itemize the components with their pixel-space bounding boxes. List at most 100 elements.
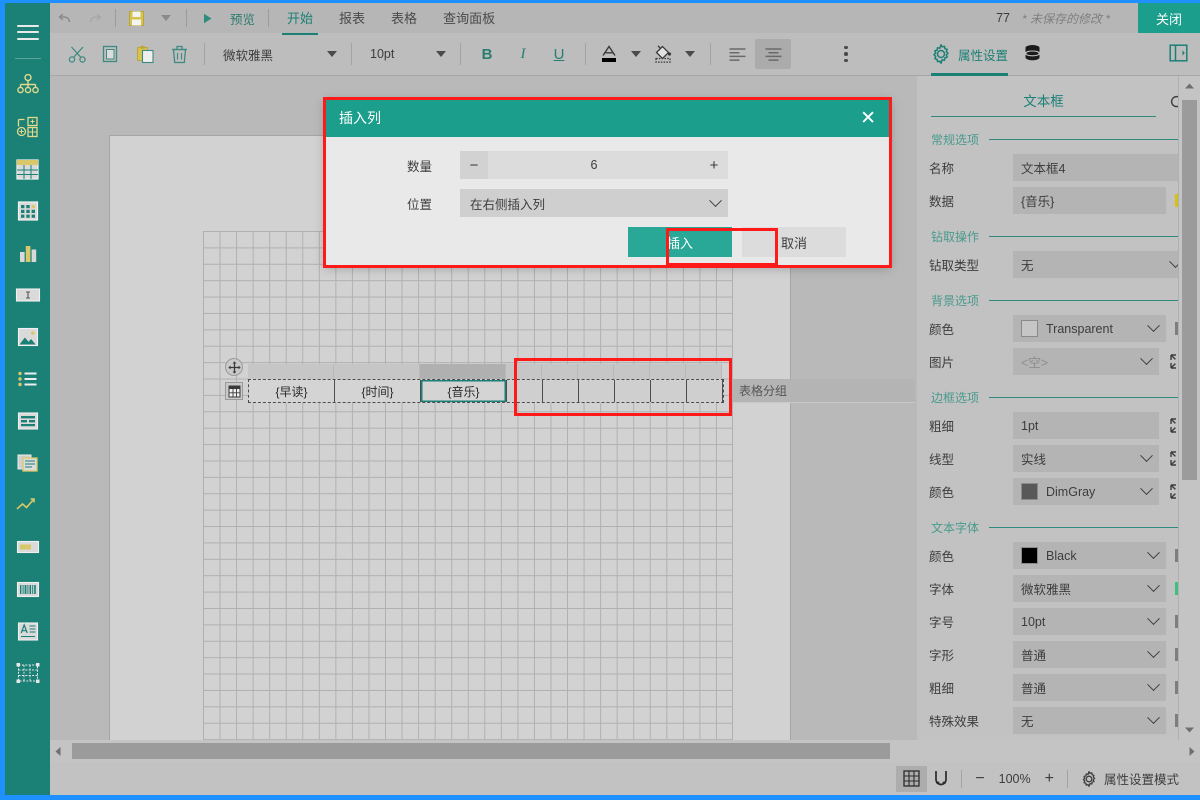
column-header-bar[interactable] xyxy=(248,364,722,379)
panel-expand-button[interactable] xyxy=(1169,44,1188,65)
close-button[interactable]: 关闭 xyxy=(1138,3,1200,33)
column-header-cell[interactable] xyxy=(542,364,578,379)
grid-toggle-button[interactable] xyxy=(896,766,927,792)
scroll-left-button[interactable] xyxy=(50,741,66,761)
column-header-cell[interactable] xyxy=(334,364,420,379)
horizontal-scrollbar-track[interactable] xyxy=(66,743,1184,759)
sidebar-item-list[interactable] xyxy=(9,360,47,398)
quantity-increment-button[interactable]: + xyxy=(700,151,728,179)
table-group-label[interactable]: 表格分组 xyxy=(733,379,915,403)
property-value-field[interactable]: 10pt xyxy=(1013,608,1166,635)
zoom-in-button[interactable]: + xyxy=(1038,766,1061,792)
table-cell[interactable] xyxy=(651,380,687,402)
property-value-field[interactable]: 文本框4 xyxy=(1013,154,1188,181)
sidebar-item-image[interactable] xyxy=(9,318,47,356)
sidebar-item-subreport[interactable] xyxy=(9,444,47,482)
canvas-horizontal-scrollbar[interactable] xyxy=(50,740,1200,762)
vertical-scrollbar-thumb[interactable] xyxy=(1182,100,1197,480)
sidebar-item-barcode[interactable] xyxy=(9,570,47,608)
horizontal-scrollbar-thumb[interactable] xyxy=(72,743,890,759)
sidebar-item-insert-table[interactable] xyxy=(9,108,47,146)
property-value-field[interactable]: <空> xyxy=(1013,348,1159,375)
sidebar-item-table[interactable] xyxy=(9,150,47,188)
table-cell[interactable]: {时间} xyxy=(335,380,421,402)
snap-toggle-button[interactable] xyxy=(927,766,955,792)
align-left-button[interactable] xyxy=(719,39,755,69)
tab-properties[interactable]: 属性设置 xyxy=(931,33,1022,76)
sidebar-item-matrix[interactable] xyxy=(9,192,47,230)
preview-button[interactable] xyxy=(192,4,222,32)
property-value-field[interactable]: Black xyxy=(1013,542,1166,569)
property-value-field[interactable]: {音乐} xyxy=(1013,187,1166,214)
cut-button[interactable] xyxy=(60,37,94,71)
column-header-cell[interactable] xyxy=(248,364,334,379)
column-header-cell[interactable] xyxy=(650,364,686,379)
more-options-button[interactable] xyxy=(829,37,863,71)
scroll-up-button[interactable] xyxy=(1179,76,1200,96)
font-color-button[interactable] xyxy=(594,37,624,71)
tab-datasource[interactable] xyxy=(1022,33,1057,76)
sidebar-item-card[interactable] xyxy=(9,402,47,440)
property-value-field[interactable]: 1pt xyxy=(1013,412,1159,439)
table-cell[interactable] xyxy=(507,380,543,402)
property-value-field[interactable]: DimGray xyxy=(1013,478,1159,505)
sidebar-item-crosstab[interactable] xyxy=(9,654,47,692)
column-header-cell[interactable] xyxy=(506,364,542,379)
redo-button[interactable] xyxy=(80,4,110,32)
fill-color-dropdown[interactable] xyxy=(678,37,702,71)
property-value-field[interactable]: Transparent xyxy=(1013,315,1166,342)
quantity-value[interactable]: 6 xyxy=(488,158,700,172)
sidebar-item-menu[interactable] xyxy=(9,13,47,51)
table-cell[interactable]: {早读} xyxy=(249,380,335,402)
font-size-select[interactable]: 10pt xyxy=(360,40,452,68)
close-icon[interactable]: ✕ xyxy=(860,109,876,128)
delete-button[interactable] xyxy=(162,37,196,71)
property-value-field[interactable]: 无 xyxy=(1013,251,1188,278)
sidebar-item-gauge[interactable] xyxy=(9,528,47,566)
save-button[interactable] xyxy=(121,4,151,32)
property-value-field[interactable]: 普通 xyxy=(1013,674,1166,701)
bold-button[interactable]: B xyxy=(469,39,505,69)
undo-button[interactable] xyxy=(50,4,80,32)
underline-button[interactable]: U xyxy=(541,39,577,69)
sidebar-item-sparkline[interactable] xyxy=(9,486,47,524)
sidebar-item-chart[interactable] xyxy=(9,234,47,272)
align-center-button[interactable] xyxy=(755,39,791,69)
column-header-cell[interactable] xyxy=(578,364,614,379)
property-value-field[interactable]: 普通 xyxy=(1013,641,1166,668)
property-value-field[interactable]: 实线 xyxy=(1013,445,1159,472)
scroll-right-button[interactable] xyxy=(1184,741,1200,761)
sidebar-item-hierarchy[interactable] xyxy=(9,66,47,104)
fill-color-button[interactable] xyxy=(648,37,678,71)
sidebar-item-textbox[interactable] xyxy=(9,276,47,314)
paste-button[interactable] xyxy=(128,37,162,71)
table-cell[interactable] xyxy=(543,380,579,402)
tab-table[interactable]: 表格 xyxy=(378,3,430,33)
table-row[interactable]: {早读}{时间}{音乐} xyxy=(248,379,724,403)
tab-query-panel[interactable]: 查询面板 xyxy=(430,3,508,33)
quantity-decrement-button[interactable]: − xyxy=(460,151,488,179)
preview-label[interactable]: 预览 xyxy=(222,9,263,28)
column-header-cell[interactable] xyxy=(420,364,506,379)
position-select[interactable]: 在右侧插入列 xyxy=(460,189,728,217)
sidebar-item-richtext[interactable] xyxy=(9,612,47,650)
copy-button[interactable] xyxy=(94,37,128,71)
save-dropdown-button[interactable] xyxy=(151,4,181,32)
table-cell[interactable] xyxy=(615,380,651,402)
italic-button[interactable]: I xyxy=(505,39,541,69)
property-value-field[interactable]: 无 xyxy=(1013,707,1166,734)
column-header-cell[interactable] xyxy=(686,364,722,379)
table-cell[interactable] xyxy=(579,380,615,402)
tab-report[interactable]: 报表 xyxy=(326,3,378,33)
scroll-down-button[interactable] xyxy=(1179,720,1200,740)
property-value-field[interactable]: 微软雅黑 xyxy=(1013,575,1166,602)
column-header-cell[interactable] xyxy=(614,364,650,379)
zoom-out-button[interactable]: − xyxy=(968,766,991,792)
canvas-vertical-scrollbar[interactable] xyxy=(1178,76,1200,740)
table-move-handle[interactable] xyxy=(225,358,243,376)
table-cell[interactable] xyxy=(687,380,723,402)
insert-confirm-button[interactable]: 插入 xyxy=(628,227,732,257)
tab-start[interactable]: 开始 xyxy=(274,3,326,33)
font-name-select[interactable]: 微软雅黑 xyxy=(213,40,343,68)
font-color-dropdown[interactable] xyxy=(624,37,648,71)
